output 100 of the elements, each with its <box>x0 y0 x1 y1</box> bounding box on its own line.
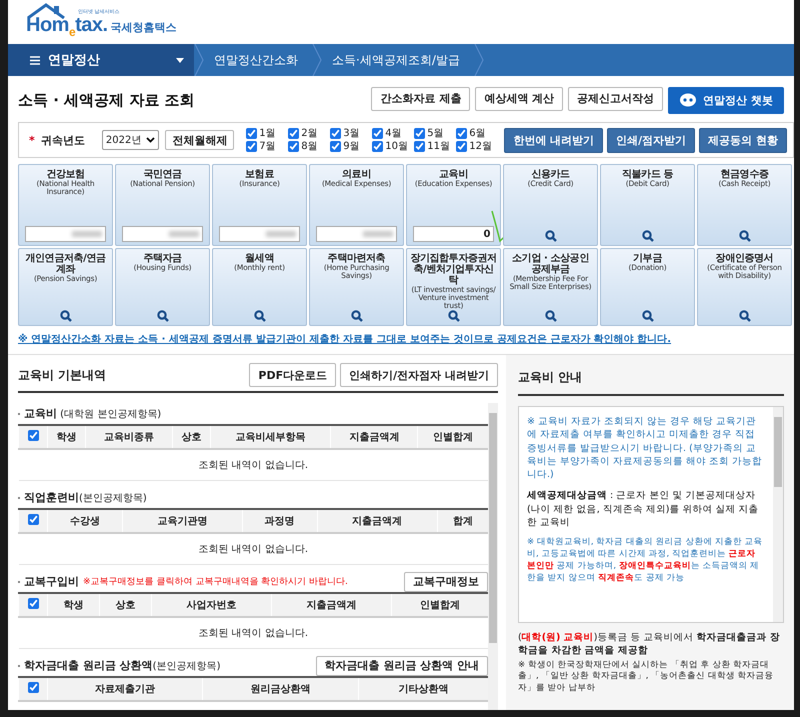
card-title: 교육비 <box>439 169 468 180</box>
search-icon[interactable] <box>60 310 72 322</box>
month-checkbox[interactable] <box>414 141 426 152</box>
column-header: 상호 <box>172 425 210 449</box>
card-title: 주택자금 <box>143 253 182 264</box>
info-button[interactable]: 학자금대출 원리금 상환액 안내 <box>316 656 488 676</box>
column-header: 원리금상환액 <box>202 677 358 701</box>
scrollbar[interactable] <box>488 403 498 710</box>
card-title: 국민연금 <box>143 169 182 180</box>
table-heading: 학자금대출 원리금 상환액(본인공제항목) <box>24 658 220 673</box>
chevron-icon <box>474 44 484 76</box>
column-header: 교육기관명 <box>122 509 242 533</box>
info-button[interactable]: 교복구매정보 <box>404 572 488 592</box>
column-header: 지출금액계 <box>317 509 438 533</box>
table-heading: 교복구입비 <box>24 574 79 589</box>
column-header: 지출금액계 <box>272 593 392 617</box>
month-checkbox[interactable] <box>456 141 468 152</box>
chevron-icon <box>312 44 322 76</box>
bullet-mark <box>18 412 20 414</box>
month-checkbox[interactable] <box>330 141 342 152</box>
year-select[interactable]: 2022년 <box>102 130 160 150</box>
select-all-checkbox[interactable] <box>28 598 38 609</box>
month-checkbox[interactable] <box>456 128 468 139</box>
menu-dropdown[interactable]: 연말정산 <box>8 44 194 76</box>
month-checkbox[interactable] <box>288 128 300 139</box>
search-icon[interactable] <box>156 310 168 322</box>
month-label: 5월 <box>427 127 444 140</box>
empty-message: 조회된 내역이 없습니다. <box>18 449 488 480</box>
month-label: 4월 <box>385 127 402 140</box>
search-icon[interactable] <box>448 310 460 322</box>
guide-paragraph: ※ 대학원교육비, 학자금 대출의 원리금 상환에 지출한 교육비, 고등교육법에 따른 시간제 과정, 직업훈련비는 근로자 본인만 공제 가능하며, 장애인특수교육비 는 소득금액의 제한을 받지 않으며 직계존속도 공제 가능 <box>527 537 764 585</box>
column-header: 학생 <box>48 425 86 449</box>
select-all-checkbox[interactable] <box>28 682 38 693</box>
card-title: 기부금 <box>633 253 662 264</box>
card-title: 건강보험 <box>46 169 85 180</box>
month-label: 12월 <box>469 140 492 153</box>
action-button[interactable]: 인쇄/점자받기 <box>607 128 696 152</box>
search-icon[interactable] <box>738 230 750 242</box>
year-label: 귀속년도 <box>40 132 86 148</box>
bullet-mark <box>18 580 20 582</box>
search-icon[interactable] <box>642 310 654 322</box>
clear-months-button[interactable]: 전체월해제 <box>165 130 234 150</box>
month-checkbox[interactable] <box>414 128 426 139</box>
month-checkbox[interactable] <box>246 128 258 139</box>
breadcrumb-link[interactable]: 연말정산간소화 <box>204 52 312 68</box>
column-header: 기타상환액 <box>358 677 488 701</box>
caret-icon <box>176 58 184 62</box>
column-header: 교육비세부항목 <box>210 425 331 449</box>
card-title: 주택마련저축 <box>328 253 386 264</box>
column-header: 교육비종류 <box>85 425 173 449</box>
month-label: 1월 <box>259 127 276 140</box>
month-label: 11월 <box>427 140 450 153</box>
column-header: 합계 <box>437 509 488 533</box>
month-label: 8월 <box>301 140 318 153</box>
month-checkbox[interactable] <box>372 128 384 139</box>
empty-message: 조회된 내역이 없습니다. <box>18 617 488 648</box>
action-button[interactable]: 예상세액 계산 <box>475 86 564 110</box>
month-label: 6월 <box>469 127 486 140</box>
bullet-mark <box>18 664 20 666</box>
column-header: 자료제출기관 <box>48 677 203 701</box>
action-button[interactable]: 인쇄하기/전자점자 내려받기 <box>340 363 498 387</box>
site-name: 국세청홈택스 <box>110 20 177 34</box>
card-title: 월세액 <box>245 253 274 264</box>
amount-field: 0 <box>412 226 494 242</box>
page-title: 소득 · 세액공제 자료 조회 <box>18 90 195 110</box>
notice-link[interactable]: ※ 연말정산간소화 자료는 소득 · 세액공제 증명서류 발급기관이 제출한 자료를 그대로 보여주는 것이므로 공제요건은 근로자가 확인해야 합니다. <box>18 332 794 346</box>
column-header: 수강생 <box>48 509 122 533</box>
chevron-icon <box>194 44 204 76</box>
month-checkbox[interactable] <box>288 141 300 152</box>
search-icon[interactable] <box>254 310 266 322</box>
column-header: 사업자번호 <box>152 593 272 617</box>
card-title: 현금영수증 <box>720 169 768 180</box>
action-button[interactable]: 간소화자료 제출 <box>371 86 470 110</box>
logo-wordmark: Hom$_{e}$tax. <box>26 14 108 38</box>
select-all-checkbox[interactable] <box>28 430 38 441</box>
month-checkbox[interactable] <box>372 141 384 152</box>
scrollbar[interactable] <box>773 407 783 622</box>
action-button[interactable]: 한번에 내려받기 <box>504 128 604 152</box>
search-icon[interactable] <box>642 230 654 242</box>
search-icon[interactable] <box>738 310 750 322</box>
search-icon[interactable] <box>544 230 556 242</box>
chatbot-button[interactable]: 연말정산 챗봇 <box>668 86 784 114</box>
card-title: 장애인증명서 <box>716 253 774 264</box>
month-checkbox[interactable] <box>330 128 342 139</box>
column-header: 지출금액계 <box>330 425 418 449</box>
action-button[interactable]: 제공동의 현황 <box>699 128 787 152</box>
action-button[interactable]: 공제신고서작성 <box>568 86 664 110</box>
footnote-text: ※ 학생이 한국장학재단에서 실시하는 「취업 후 상환 학자금대출」, 「일반 상환 학자금대출」, 「농어촌출신 대학생 학자금융자」를 받아 납부하 <box>518 660 775 696</box>
select-all-checkbox[interactable] <box>28 514 38 525</box>
month-label: 9월 <box>343 140 360 153</box>
month-checkbox[interactable] <box>246 141 258 152</box>
column-header: 상호 <box>100 593 152 617</box>
guide-bullet-text: (대학(원) 교육비)등록금 등 교육비에서 학자금대출금과 장학금을 차감한 금액을 제공함 <box>518 631 781 658</box>
bullet-mark <box>18 496 20 498</box>
search-icon[interactable] <box>544 310 556 322</box>
action-button[interactable]: PDF다운로드 <box>249 363 336 387</box>
card-title: 신용카드 <box>531 169 570 180</box>
search-icon[interactable] <box>350 310 362 322</box>
month-label: 2월 <box>301 127 318 140</box>
breadcrumb-link[interactable]: 소득·세액공제조회/발급 <box>322 52 474 68</box>
